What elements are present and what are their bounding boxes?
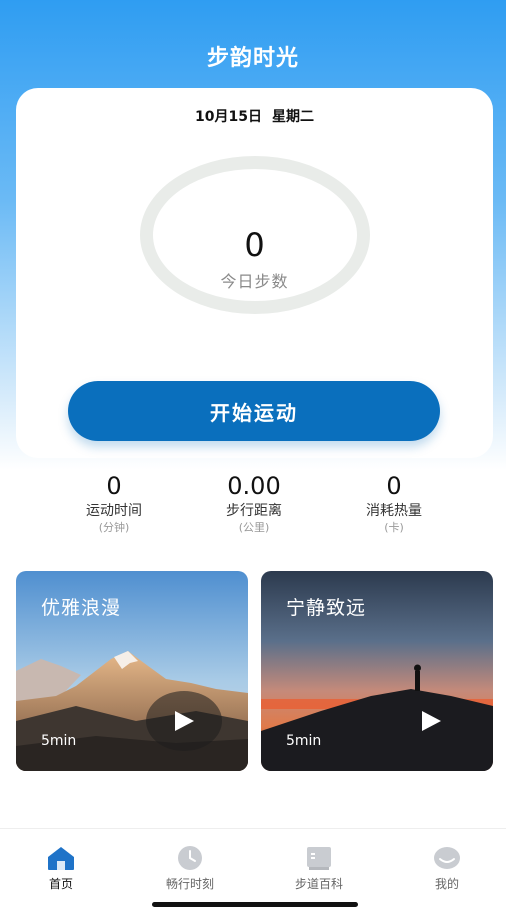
video-title: 优雅浪漫 xyxy=(41,597,122,619)
stat-value: 0 xyxy=(386,472,402,500)
stat-walk-distance: 0.00 步行距离 (公里) xyxy=(179,470,329,536)
stat-calories: 0 消耗热量 (卡) xyxy=(319,470,469,536)
tab-label: 畅行时刻 xyxy=(165,877,214,891)
stat-unit: (卡) xyxy=(384,521,404,534)
video-title: 宁静致远 xyxy=(286,597,367,619)
play-icon xyxy=(175,711,194,731)
app-title: 步韵时光 xyxy=(206,46,299,71)
start-exercise-button[interactable]: 开始运动 xyxy=(68,381,440,441)
tab-moments[interactable]: 畅行时刻 xyxy=(135,845,245,892)
stat-unit: (分钟) xyxy=(98,521,130,534)
tab-label: 我的 xyxy=(434,877,459,891)
tab-encyclopedia[interactable]: 步道百科 xyxy=(264,845,374,892)
clock-icon xyxy=(178,846,202,870)
play-button[interactable] xyxy=(393,691,469,751)
stat-unit: (公里) xyxy=(238,521,270,534)
stat-exercise-time: 0 运动时间 (分钟) xyxy=(39,470,189,536)
stats-row: 0 运动时间 (分钟) 0.00 步行距离 (公里) 0 消耗热量 (卡) xyxy=(0,470,506,540)
play-icon xyxy=(422,711,441,731)
video-duration: 5min xyxy=(286,733,322,749)
tab-label: 首页 xyxy=(48,877,73,891)
bottom-tab-bar: 首页 畅行时刻 步道百科 我的 xyxy=(0,828,506,913)
stat-label: 运动时间 xyxy=(86,503,142,519)
stat-label: 消耗热量 xyxy=(366,503,422,519)
steps-label: 今日步数 xyxy=(220,272,289,291)
play-button[interactable] xyxy=(146,691,222,751)
video-card-serene[interactable]: 宁静致远 5min xyxy=(261,571,493,771)
stat-value: 0 xyxy=(106,472,122,500)
video-duration: 5min xyxy=(41,733,77,749)
tab-label: 步道百科 xyxy=(294,877,343,891)
home-indicator xyxy=(152,902,358,907)
weekday-text: 星期二 xyxy=(271,109,314,125)
video-card-elegant[interactable]: 优雅浪漫 5min xyxy=(16,571,248,771)
date-text: 10月15日 xyxy=(195,109,262,125)
tab-mine[interactable]: 我的 xyxy=(392,845,502,892)
tab-home[interactable]: 首页 xyxy=(6,845,116,892)
stat-value: 0.00 xyxy=(227,472,281,500)
home-icon xyxy=(48,847,74,870)
profile-icon xyxy=(434,847,460,869)
stat-label: 步行距离 xyxy=(226,503,282,519)
date-line: 10月15日 星期二 xyxy=(16,106,493,126)
book-icon xyxy=(307,847,331,870)
steps-count: 0 xyxy=(244,226,265,264)
